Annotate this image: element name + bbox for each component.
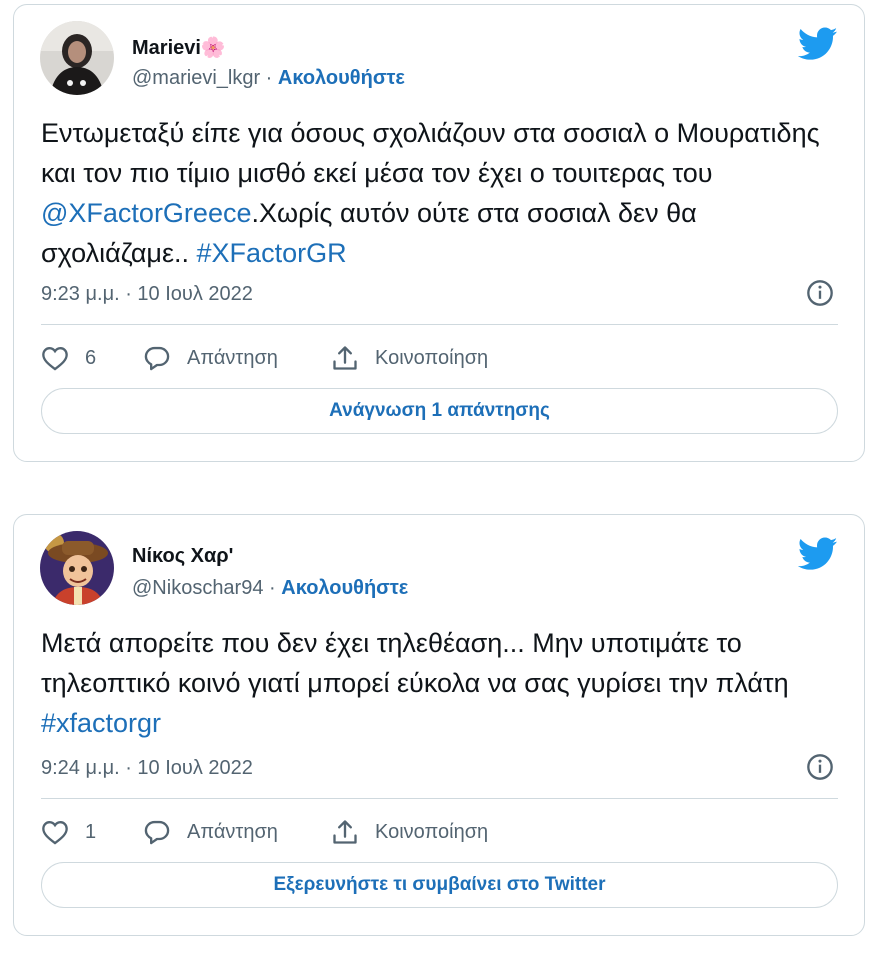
heart-icon [42,821,68,845]
follow-link[interactable]: Ακολουθήστε [278,67,405,89]
speech-bubble-icon [144,820,170,845]
tweet-actions: 1 Απάντηση Κοινοποίηση [41,816,834,848]
like-button[interactable]: 1 [41,816,96,848]
reply-button[interactable]: Απάντηση [143,816,278,848]
explore-twitter-button[interactable]: Εξερευνήστε τι συμβαίνει στο Twitter [41,862,838,908]
avatar[interactable] [40,21,114,95]
twitter-bird-icon[interactable] [798,27,838,61]
heart-icon [42,347,68,371]
handle-line: @Nikoschar94 · Ακολουθήστε [132,577,408,600]
timestamp[interactable]: 9:23 μ.μ. · 10 Ιουλ 2022 [41,283,253,305]
avatar[interactable] [40,531,114,605]
separator: · [269,577,276,599]
share-button[interactable]: Κοινοποίηση [331,342,488,374]
like-button[interactable]: 6 [41,342,96,374]
share-icon [333,346,357,370]
display-name[interactable]: Νίκος Χαρ' [132,545,233,568]
reply-label: Απάντηση [187,346,278,369]
like-count: 1 [85,820,97,843]
twitter-bird-icon[interactable] [798,537,838,571]
tweet-card: Νίκος Χαρ' @Nikoschar94 · Ακολουθήστε Με… [13,514,865,936]
reply-label: Απάντηση [187,820,278,843]
tweet-text: Εντωμεταξύ είπε για όσους σχολιάζουν στα… [41,113,834,273]
display-name[interactable]: Marievi🌸 [132,35,226,60]
tweet-meta: 9:24 μ.μ. · 10 Ιουλ 2022 [41,753,834,783]
timestamp[interactable]: 9:24 μ.μ. · 10 Ιουλ 2022 [41,757,253,779]
handle[interactable]: @marievi_lkgr [132,67,260,89]
reply-button[interactable]: Απάντηση [143,342,278,374]
separator: · [265,67,273,89]
tweet-actions: 6 Απάντηση Κοινοποίηση [41,342,834,374]
share-label: Κοινοποίηση [375,346,489,369]
speech-bubble-icon [144,346,170,371]
tweet-text-part: Εντωμεταξύ είπε για όσους σχολιάζουν στα… [41,118,820,188]
read-replies-button[interactable]: Ανάγνωση 1 απάντησης [41,388,838,434]
info-icon[interactable] [806,753,834,781]
share-label: Κοινοποίηση [375,820,489,843]
like-count: 6 [85,346,97,369]
tweet-header: Marievi🌸 @marievi_lkgr · Ακολουθήστε [40,21,844,101]
divider [41,798,838,799]
follow-link[interactable]: Ακολουθήστε [281,577,408,599]
tweet-meta: 9:23 μ.μ. · 10 Ιουλ 2022 [41,279,834,309]
tweet-text: Μετά απορείτε που δεν έχει τηλεθέαση... … [41,623,834,743]
hashtag-link[interactable]: #xfactorgr [41,708,161,738]
share-button[interactable]: Κοινοποίηση [331,816,488,848]
handle[interactable]: @Nikoschar94 [132,577,263,599]
divider [41,324,838,325]
info-icon[interactable] [806,279,834,307]
handle-line: @marievi_lkgr · Ακολουθήστε [132,67,405,90]
mention-link[interactable]: @XFactorGreece [41,198,251,228]
hashtag-link[interactable]: #XFactorGR [197,238,347,268]
tweet-card: Marievi🌸 @marievi_lkgr · Ακολουθήστε Εντ… [13,4,865,462]
tweet-header: Νίκος Χαρ' @Nikoschar94 · Ακολουθήστε [40,531,844,611]
tweet-text-part: Μετά απορείτε που δεν έχει τηλεθέαση... … [41,628,789,698]
share-icon [333,820,357,844]
